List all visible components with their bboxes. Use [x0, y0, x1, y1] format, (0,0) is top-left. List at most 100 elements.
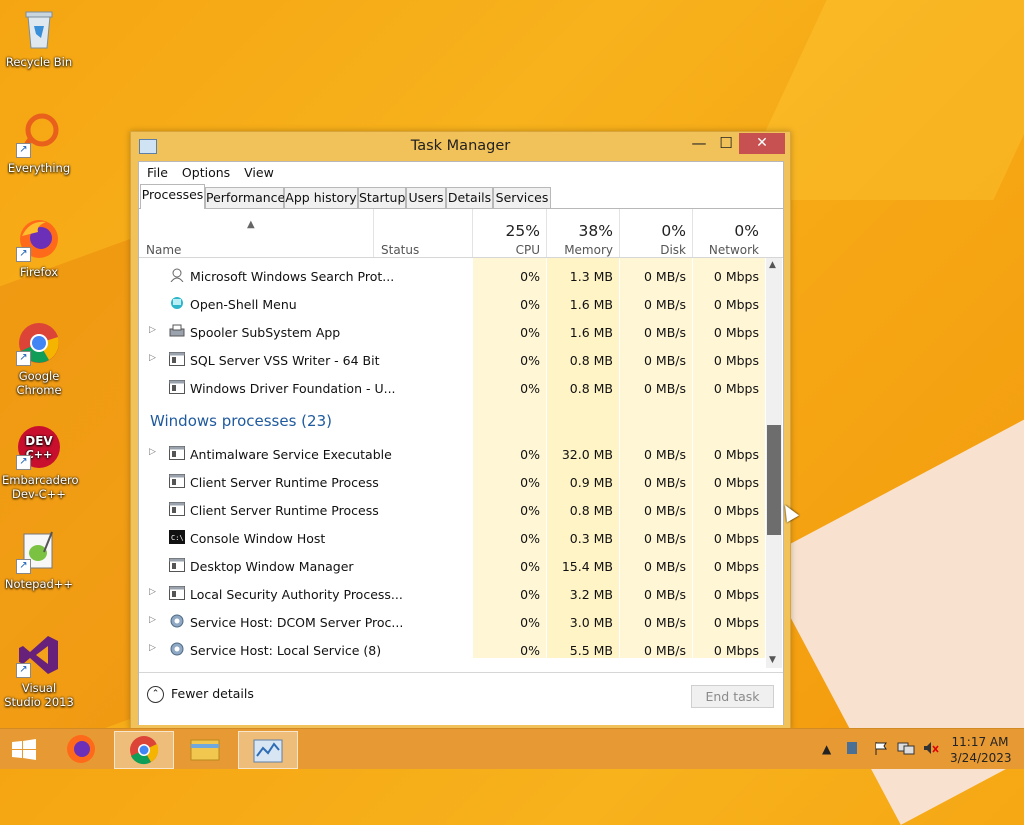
- action-center-flag-icon[interactable]: [873, 740, 889, 780]
- expand-chevron-icon[interactable]: ▷: [149, 615, 156, 625]
- scroll-up-icon[interactable]: ▲: [769, 260, 776, 270]
- process-row[interactable]: Client Server Runtime Process 0% 0.8 MB …: [139, 496, 765, 524]
- desktop-icon-label: Firefox: [19, 265, 59, 279]
- taskbar-file-explorer[interactable]: [176, 731, 234, 767]
- column-header-cpu[interactable]: 25% CPU: [473, 209, 547, 257]
- shortcut-arrow-icon: ↗: [16, 247, 31, 262]
- tab-strip: Processes Performance App history Startu…: [139, 184, 783, 209]
- process-row[interactable]: Microsoft Windows Search Prot... 0% 1.3 …: [139, 262, 765, 290]
- process-disk: 0 MB/s: [643, 559, 686, 574]
- column-header-network[interactable]: 0% Network: [693, 209, 765, 257]
- desktop-icon-dev-cpp[interactable]: DEV C++ ↗ Embarcadero Dev-C++: [2, 424, 79, 501]
- menu-file[interactable]: File: [139, 162, 174, 180]
- process-memory: 5.5 MB: [569, 643, 613, 658]
- process-row[interactable]: ▷ Service Host: DCOM Server Proc... 0% 3…: [139, 608, 765, 636]
- desktop-icon-notepad-plus-plus[interactable]: ↗ Notepad++: [2, 528, 76, 591]
- tab-processes[interactable]: Processes: [140, 184, 205, 209]
- vertical-scrollbar[interactable]: ▲ ▼: [766, 258, 782, 668]
- process-row[interactable]: ▷ Service Host: Local Service (8) 0% 5.5…: [139, 636, 765, 658]
- process-row[interactable]: ▷ Local Security Authority Process... 0%…: [139, 580, 765, 608]
- taskbar-firefox[interactable]: [52, 731, 110, 767]
- desktop-icon-firefox[interactable]: ↗ Firefox: [2, 216, 76, 279]
- tab-performance[interactable]: Performance: [205, 187, 285, 208]
- service-window-icon: [169, 474, 185, 488]
- desktop-icon-label: Embarcadero Dev-C++: [2, 473, 79, 501]
- column-header-memory-label: Memory: [564, 243, 613, 257]
- device-icon[interactable]: [845, 740, 859, 780]
- desktop-icon-visual-studio[interactable]: ↗ Visual Studio 2013: [2, 632, 76, 709]
- clock-date: 3/24/2023: [950, 751, 1012, 765]
- expand-chevron-icon[interactable]: ▷: [149, 325, 156, 335]
- end-task-button[interactable]: End task: [691, 685, 774, 708]
- title-bar[interactable]: Task Manager — ☐ ✕: [131, 132, 790, 161]
- network-icon[interactable]: [897, 740, 915, 780]
- process-memory: 3.0 MB: [569, 615, 613, 630]
- expand-chevron-icon[interactable]: ▷: [149, 353, 156, 363]
- process-cpu: 0%: [520, 447, 540, 462]
- fewer-details-label: Fewer details: [171, 686, 254, 701]
- visual-studio-icon: ↗: [16, 632, 62, 678]
- process-memory: 0.8 MB: [569, 503, 613, 518]
- process-name: Desktop Window Manager: [190, 559, 354, 574]
- column-header-network-label: Network: [708, 243, 759, 257]
- tab-users[interactable]: Users: [406, 187, 446, 208]
- fewer-details-button[interactable]: ⌃ Fewer details: [147, 686, 254, 703]
- footer-bar: ⌃ Fewer details End task: [139, 672, 783, 725]
- desktop-icon-google-chrome[interactable]: ↗ Google Chrome: [2, 320, 76, 397]
- process-network: 0 Mbps: [713, 297, 759, 312]
- window-client-area: File Options View Processes Performance Ap…: [138, 161, 784, 725]
- scroll-down-icon[interactable]: ▼: [769, 655, 776, 665]
- menu-options[interactable]: Options: [174, 162, 236, 180]
- volume-muted-icon[interactable]: [922, 740, 940, 780]
- maximize-button[interactable]: ☐: [711, 133, 741, 154]
- column-header-disk[interactable]: 0% Disk: [620, 209, 693, 257]
- process-row[interactable]: Client Server Runtime Process 0% 0.9 MB …: [139, 468, 765, 496]
- process-network: 0 Mbps: [713, 269, 759, 284]
- desktop-icon-label: Google Chrome: [16, 369, 62, 397]
- process-cpu: 0%: [520, 269, 540, 284]
- expand-chevron-icon[interactable]: ▷: [149, 643, 156, 653]
- process-row[interactable]: C:\ Console Window Host 0% 0.3 MB 0 MB/s…: [139, 524, 765, 552]
- process-cpu: 0%: [520, 297, 540, 312]
- process-cpu: 0%: [520, 353, 540, 368]
- process-row[interactable]: ▷ SQL Server VSS Writer - 64 Bit 0% 0.8 …: [139, 346, 765, 374]
- process-row[interactable]: Open-Shell Menu 0% 1.6 MB 0 MB/s 0 Mbps: [139, 290, 765, 318]
- expand-chevron-icon[interactable]: ▷: [149, 447, 156, 457]
- tab-startup[interactable]: Startup: [358, 187, 406, 208]
- tab-services[interactable]: Services: [493, 187, 551, 208]
- scrollbar-thumb[interactable]: [767, 425, 781, 535]
- process-network: 0 Mbps: [713, 587, 759, 602]
- process-row[interactable]: ▷ Spooler SubSystem App 0% 1.6 MB 0 MB/s…: [139, 318, 765, 346]
- expand-chevron-icon[interactable]: ▷: [149, 587, 156, 597]
- taskbar-chrome[interactable]: [114, 731, 174, 769]
- tab-details[interactable]: Details: [446, 187, 493, 208]
- menu-view[interactable]: View: [236, 162, 280, 180]
- shortcut-arrow-icon: ↗: [16, 559, 31, 574]
- memory-total-percent: 38%: [578, 222, 613, 240]
- process-disk: 0 MB/s: [643, 325, 686, 340]
- taskbar-task-manager[interactable]: [238, 731, 298, 769]
- process-row[interactable]: ▷ Antimalware Service Executable 0% 32.0…: [139, 440, 765, 468]
- desktop-icon-everything[interactable]: ↗ Everything: [2, 112, 76, 175]
- start-button[interactable]: [0, 731, 48, 767]
- service-window-icon: [169, 586, 185, 600]
- tab-app-history[interactable]: App history: [284, 187, 358, 208]
- show-hidden-icons-button[interactable]: ▲: [822, 742, 831, 782]
- clock-time: 11:17 AM: [951, 735, 1009, 749]
- sort-up-icon: ▲: [247, 219, 255, 230]
- minimize-button[interactable]: —: [684, 133, 714, 154]
- process-row[interactable]: Windows Driver Foundation - U... 0% 0.8 …: [139, 374, 765, 402]
- printer-icon: [169, 324, 185, 338]
- column-header-name[interactable]: ▲ Name: [139, 209, 374, 257]
- column-header-memory[interactable]: 38% Memory: [547, 209, 620, 257]
- process-disk: 0 MB/s: [643, 531, 686, 546]
- task-manager-icon: [253, 739, 283, 763]
- system-clock[interactable]: 11:17 AM 3/24/2023: [950, 734, 1012, 766]
- desktop-icon-recycle-bin[interactable]: Recycle Bin: [2, 6, 76, 69]
- group-header-windows-processes[interactable]: Windows processes (23): [139, 403, 765, 439]
- process-name: Service Host: Local Service (8): [190, 643, 382, 658]
- close-button[interactable]: ✕: [739, 133, 785, 154]
- network-total-percent: 0%: [734, 222, 759, 240]
- column-header-status[interactable]: Status: [374, 209, 473, 257]
- process-row[interactable]: Desktop Window Manager 0% 15.4 MB 0 MB/s…: [139, 552, 765, 580]
